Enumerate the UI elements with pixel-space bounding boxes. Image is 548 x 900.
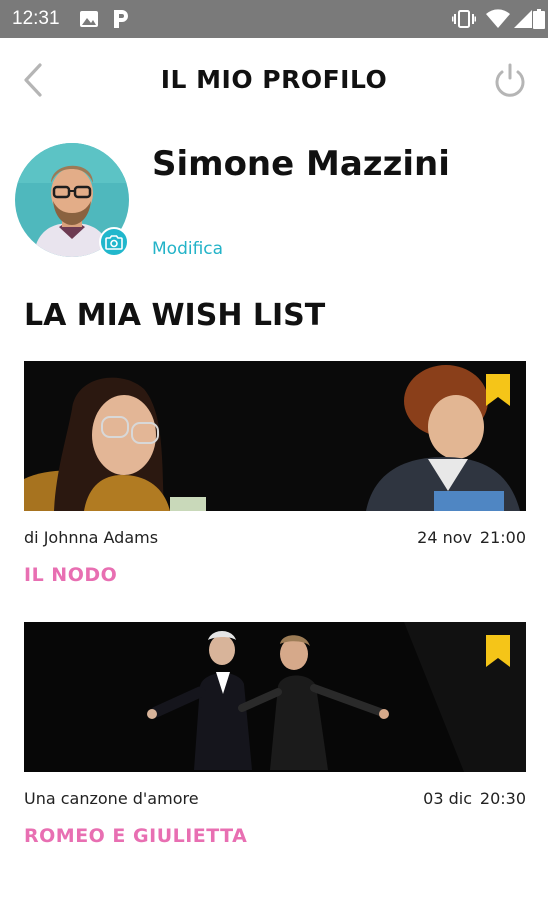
show-title[interactable]: IL NODO: [24, 564, 526, 586]
signal-icon: [514, 10, 532, 28]
profile-name: Simone Mazzini: [152, 144, 450, 184]
vibrate-icon: [452, 10, 476, 28]
parking-icon: [114, 10, 128, 28]
show-time: 20:30: [479, 789, 526, 808]
show-time: 21:00: [479, 528, 526, 547]
show-title[interactable]: ROMEO E GIULIETTA: [24, 825, 526, 847]
status-bar: 12:31: [0, 0, 548, 38]
show-image[interactable]: [24, 622, 526, 772]
wifi-icon: [486, 9, 510, 28]
show-date: 03 dic: [423, 789, 472, 808]
power-icon[interactable]: [491, 62, 529, 100]
status-time: 12:31: [12, 8, 60, 29]
camera-icon[interactable]: [99, 227, 129, 257]
edit-profile-link[interactable]: Modifica: [152, 239, 223, 259]
wishlist-item[interactable]: di Johnna Adams 24 nov 21:00 IL NODO: [24, 361, 526, 586]
show-date: 24 nov: [417, 528, 472, 547]
show-image[interactable]: [24, 361, 526, 511]
wishlist-title: LA MIA WISH LIST: [24, 298, 326, 333]
wishlist-item[interactable]: Una canzone d'amore 03 dic 20:30 ROMEO E…: [24, 622, 526, 847]
show-subtitle: di Johnna Adams: [24, 528, 159, 547]
show-subtitle: Una canzone d'amore: [24, 789, 199, 808]
app-bar: IL MIO PROFILO: [0, 38, 548, 122]
avatar-container: [15, 143, 131, 259]
image-icon: [80, 11, 98, 27]
battery-icon: [533, 9, 545, 29]
page-title: IL MIO PROFILO: [160, 65, 388, 94]
